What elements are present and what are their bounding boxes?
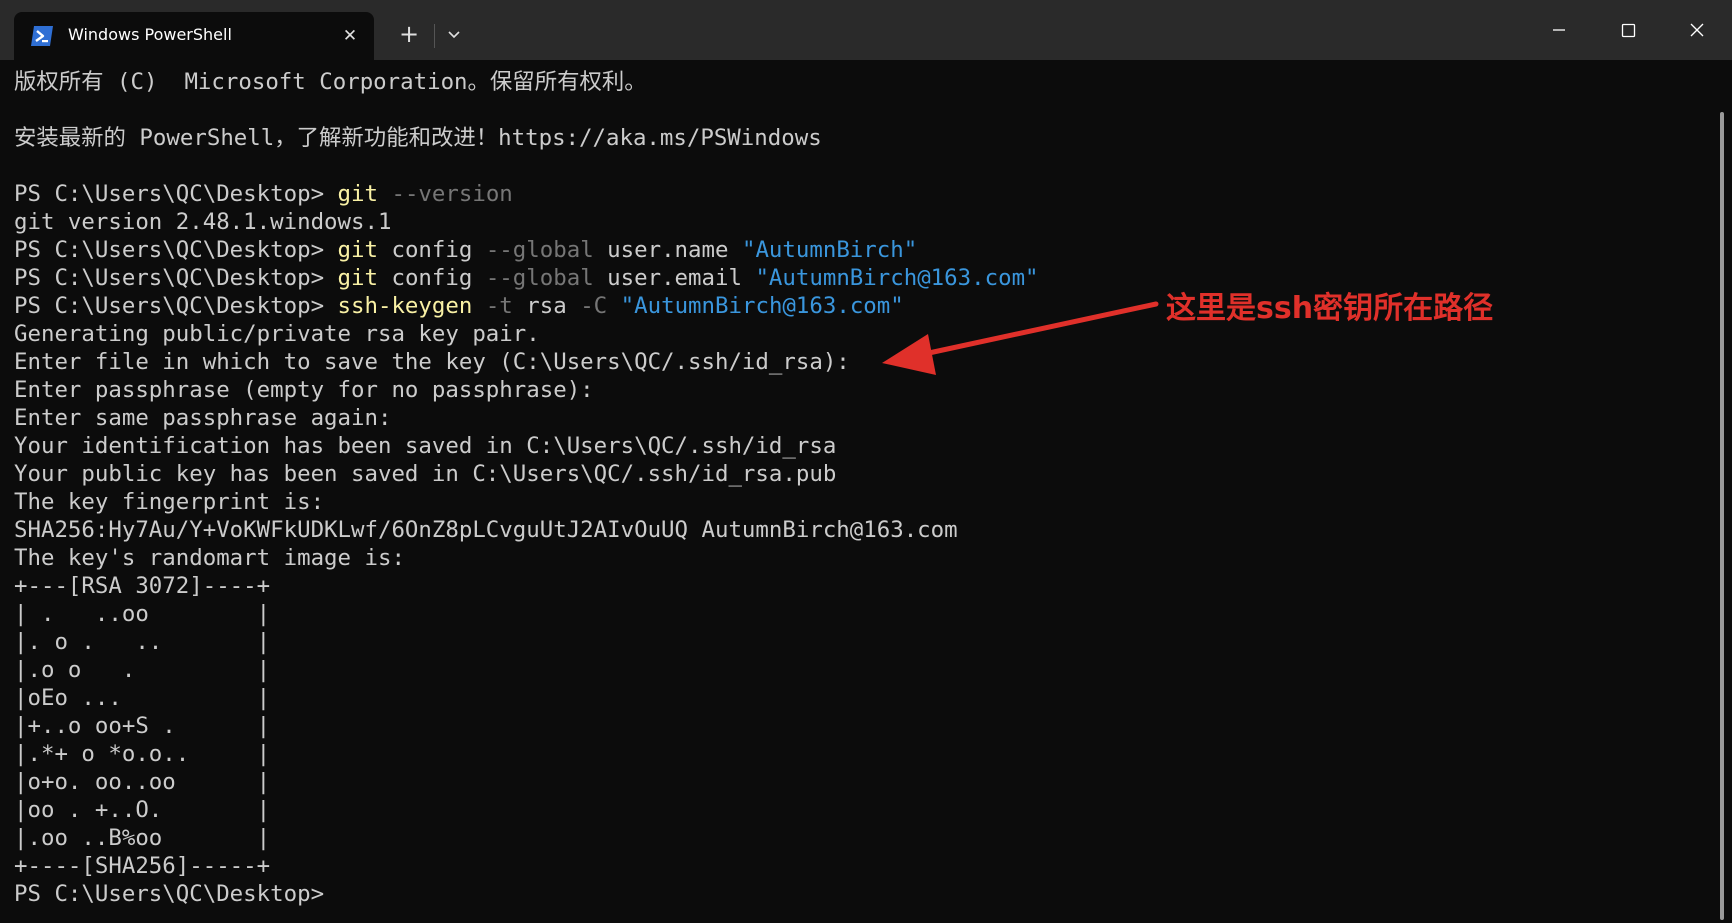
terminal-line: |.o o . | [14,656,1039,684]
terminal-segment-plain: PS C:\Users\QC\Desktop> [14,265,338,291]
terminal-line: Your identification has been saved in C:… [14,432,1039,460]
terminal-line: git version 2.48.1.windows.1 [14,208,1039,236]
terminal-line: | . ..oo | [14,600,1039,628]
terminal-segment-param: -t [472,293,513,319]
terminal-segment-param: --global [485,265,594,291]
title-bar[interactable]: Windows PowerShell ✕ + [0,0,1732,60]
new-tab-button[interactable]: + [392,18,426,52]
terminal-segment-plain: |+..o oo+S . | [14,713,271,739]
tab-title: Windows PowerShell [68,25,232,44]
terminal-line: PS C:\Users\QC\Desktop> git config --glo… [14,236,1039,264]
tab-divider [434,24,435,48]
scrollbar[interactable] [1720,112,1724,920]
terminal-segment-plain: |. o . .. | [14,629,271,655]
terminal-segment-plain: git version 2.48.1.windows.1 [14,209,392,235]
terminal-segment-plain: Enter same passphrase again: [14,405,392,431]
terminal-segment-string: "AutumnBirch@163.com" [755,265,1039,291]
terminal-segment-plain: Your public key has been saved in C:\Use… [14,461,837,487]
terminal-line: |o+o. oo..oo | [14,768,1039,796]
terminal-segment-plain: +----[SHA256]-----+ [14,853,271,879]
terminal-line: 安装最新的 PowerShell，了解新功能和改进！https://aka.ms… [14,124,1039,152]
terminal-segment-plain: |oo . +..O. | [14,797,271,823]
terminal-segment-cmd: git [337,237,378,263]
terminal-line: Generating public/private rsa key pair. [14,320,1039,348]
terminal-line: The key's randomart image is: [14,544,1039,572]
terminal-line: |oEo ... | [14,684,1039,712]
terminal-line: |.oo ..B%oo | [14,824,1039,852]
terminal-line: PS C:\Users\QC\Desktop> git config --glo… [14,264,1039,292]
terminal-line: 版权所有 (C) Microsoft Corporation。保留所有权利。 [14,68,1039,96]
terminal-segment-plain: |.oo ..B%oo | [14,825,271,851]
terminal-segment-plain: Enter file in which to save the key (C:\… [14,349,850,375]
terminal-line: Enter passphrase (empty for no passphras… [14,376,1039,404]
maximize-icon[interactable] [1605,10,1651,50]
terminal-segment-plain: Your identification has been saved in C:… [14,433,837,459]
chevron-down-icon[interactable] [440,20,468,50]
terminal-line: |.*+ o *o.o.. | [14,740,1039,768]
terminal-line: |. o . .. | [14,628,1039,656]
terminal-segment-plain: Generating public/private rsa key pair. [14,321,540,347]
terminal-segment-param: --global [485,237,594,263]
terminal-segment-plain: The key's randomart image is: [14,545,405,571]
terminal-line: PS C:\Users\QC\Desktop> ssh-keygen -t rs… [14,292,1039,320]
terminal-segment-plain: PS C:\Users\QC\Desktop> [14,881,325,907]
terminal-line: Enter same passphrase again: [14,404,1039,432]
terminal-segment-plain [607,293,620,319]
terminal-segment-plain: user.name [593,237,742,263]
terminal-segment-plain: |.*+ o *o.o.. | [14,741,271,767]
terminal-segment-plain: Enter passphrase (empty for no passphras… [14,377,594,403]
terminal-output[interactable]: 版权所有 (C) Microsoft Corporation。保留所有权利。安装… [0,60,1720,923]
terminal-segment-plain: 安装最新的 PowerShell，了解新功能和改进！https://aka.ms… [14,125,822,151]
terminal-line: Enter file in which to save the key (C:\… [14,348,1039,376]
terminal-segment-cmd: ssh-keygen [337,293,473,319]
terminal-segment-cmd: git [337,265,378,291]
terminal-segment-param: --version [377,181,513,207]
close-tab-icon[interactable]: ✕ [338,24,362,48]
terminal-line: +----[SHA256]-----+ [14,852,1039,880]
terminal-segment-plain: PS C:\Users\QC\Desktop> [14,293,338,319]
powershell-window: Windows PowerShell ✕ + 版权所有 (C) Microsof… [0,0,1732,923]
tab-windows-powershell[interactable]: Windows PowerShell ✕ [14,12,374,60]
terminal-line: The key fingerprint is: [14,488,1039,516]
terminal-segment-plain: PS C:\Users\QC\Desktop> [14,181,338,207]
minimize-icon[interactable] [1536,10,1582,50]
terminal-segment-plain: |o+o. oo..oo | [14,769,271,795]
terminal-segment-plain: PS C:\Users\QC\Desktop> [14,237,338,263]
terminal-line: |oo . +..O. | [14,796,1039,824]
terminal-segment-plain: rsa [512,293,581,319]
terminal-segment-plain: SHA256:Hy7Au/Y+VoKWFkUDKLwf/6OnZ8pLCvguU… [14,517,958,543]
terminal-segment-plain: The key fingerprint is: [14,489,325,515]
terminal-segment-cmd: git [337,181,378,207]
terminal-segment-string: "AutumnBirch" [741,237,918,263]
annotation-label: 这里是ssh密钥所在路径 [1166,291,1494,326]
terminal-segment-string: "AutumnBirch@163.com" [620,293,904,319]
terminal-segment-plain: +---[RSA 3072]----+ [14,573,271,599]
terminal-segment-plain: |.o o . | [14,657,271,683]
terminal-segment-plain: | . ..oo | [14,601,271,627]
terminal-line: |+..o oo+S . | [14,712,1039,740]
terminal-line: PS C:\Users\QC\Desktop> git --version [14,180,1039,208]
terminal-segment-plain: 版权所有 (C) Microsoft Corporation。保留所有权利。 [14,69,647,95]
powershell-icon [31,26,53,46]
terminal-segment-plain: config [377,265,486,291]
terminal-segment-plain: user.email [593,265,756,291]
terminal-line: +---[RSA 3072]----+ [14,572,1039,600]
terminal-segment-plain: config [377,237,486,263]
terminal-segment-plain: |oEo ... | [14,685,271,711]
terminal-lines: 版权所有 (C) Microsoft Corporation。保留所有权利。安装… [14,68,1039,908]
terminal-line: PS C:\Users\QC\Desktop> [14,880,1039,908]
terminal-segment-param: -C [580,293,608,319]
close-window-icon[interactable] [1674,10,1720,50]
terminal-line: Your public key has been saved in C:\Use… [14,460,1039,488]
terminal-line: SHA256:Hy7Au/Y+VoKWFkUDKLwf/6OnZ8pLCvguU… [14,516,1039,544]
